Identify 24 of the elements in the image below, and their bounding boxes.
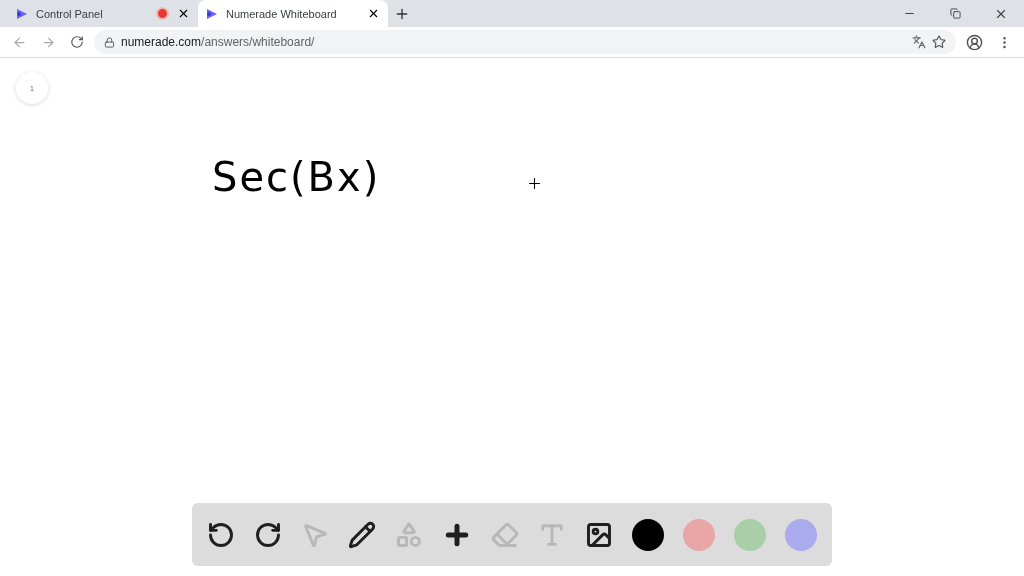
- undo-button[interactable]: [207, 520, 236, 549]
- color-swatch[interactable]: [784, 518, 817, 551]
- pencil-button[interactable]: [348, 520, 377, 549]
- handwritten-text: Sec(Bx): [212, 154, 381, 200]
- close-icon[interactable]: [367, 7, 380, 20]
- close-icon[interactable]: [177, 7, 190, 20]
- image-button[interactable]: [584, 520, 613, 549]
- logo-icon: [16, 7, 28, 20]
- tab-title: Control Panel: [36, 7, 104, 20]
- color-swatch[interactable]: [682, 518, 715, 551]
- color-swatch[interactable]: [733, 518, 766, 551]
- color-swatch[interactable]: [631, 518, 664, 551]
- url-text: numerade.com/answers/whiteboard/: [121, 35, 316, 49]
- restore-icon[interactable]: [949, 8, 961, 19]
- logo-icon: [206, 7, 218, 20]
- crosshair-cursor-icon: [526, 175, 543, 192]
- browser-tab[interactable]: Numerade Whiteboard: [198, 0, 388, 27]
- lock-icon: [104, 36, 115, 48]
- tab-title: Numerade Whiteboard: [226, 7, 338, 20]
- translate-icon[interactable]: [912, 35, 926, 49]
- browser-tab[interactable]: Control Panel: [8, 0, 198, 27]
- address-field[interactable]: numerade.com/answers/whiteboard/: [94, 30, 956, 54]
- star-icon[interactable]: [932, 35, 946, 49]
- redo-button[interactable]: [254, 520, 283, 549]
